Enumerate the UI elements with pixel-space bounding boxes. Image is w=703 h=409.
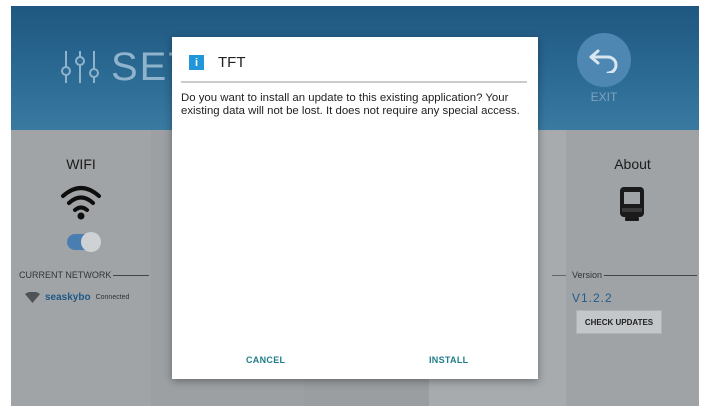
current-network-divider: CURRENT NETWORK <box>19 270 149 280</box>
back-arrow-icon <box>589 49 618 73</box>
device-icon <box>620 187 644 221</box>
wifi-title: WIFI <box>66 156 96 172</box>
network-row[interactable]: seaskybo Connected <box>25 292 129 303</box>
device-screen: SET EXIT WIFI CURRENT NETWORK seaskybo C… <box>11 6 699 406</box>
toggle-knob <box>81 232 101 252</box>
about-title: About <box>614 156 651 172</box>
exit-label: EXIT <box>590 90 618 104</box>
wifi-signal-icon <box>25 292 40 303</box>
dialog-title: TFT <box>218 54 246 71</box>
install-button[interactable]: INSTALL <box>429 355 468 365</box>
divider-line <box>604 274 697 276</box>
network-name: seaskybo <box>45 292 91 303</box>
divider-line <box>552 275 566 276</box>
dialog-message: Do you want to install an update to this… <box>181 92 520 117</box>
wifi-icon <box>61 186 101 220</box>
dialog-divider <box>181 81 527 83</box>
check-updates-button[interactable]: CHECK UPDATES <box>576 310 662 334</box>
about-panel: About Version V1.2.2 CHECK UPDATES <box>566 130 699 406</box>
cancel-button[interactable]: CANCEL <box>246 355 285 365</box>
wifi-panel: WIFI CURRENT NETWORK seaskybo Connected <box>11 130 151 406</box>
network-status: Connected <box>95 294 130 301</box>
exit-button[interactable] <box>577 33 631 87</box>
info-icon: i <box>189 55 204 70</box>
current-network-label: CURRENT NETWORK <box>19 270 112 280</box>
sliders-icon <box>61 51 99 83</box>
install-dialog: i TFT Do you want to install an update t… <box>172 37 538 379</box>
version-label: Version <box>572 270 603 280</box>
version-value: V1.2.2 <box>572 291 613 305</box>
version-divider: Version <box>572 270 697 280</box>
dialog-header: i TFT <box>189 54 246 71</box>
wifi-toggle[interactable] <box>67 232 101 252</box>
divider-line <box>113 274 149 276</box>
